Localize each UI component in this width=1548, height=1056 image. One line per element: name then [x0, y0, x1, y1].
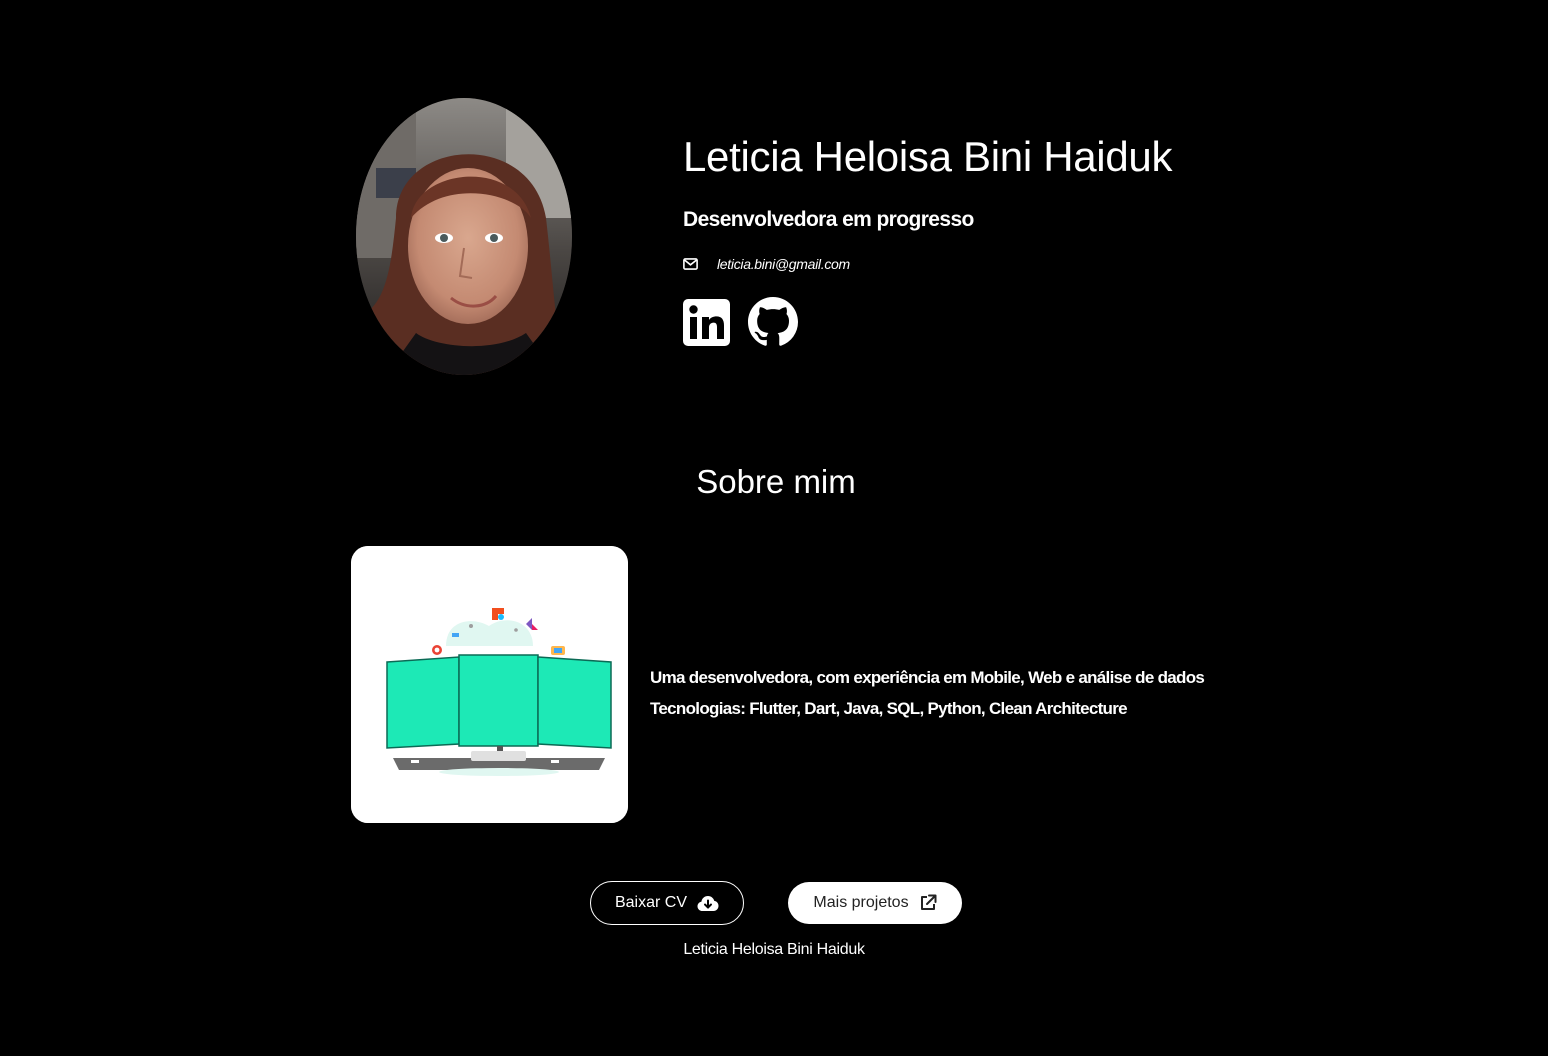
profile-photo: [356, 98, 572, 375]
profile-subtitle: Desenvolvedora em progresso: [683, 208, 974, 231]
email-row: leticia.bini@gmail.com: [683, 253, 850, 275]
about-illustration-card: [351, 546, 628, 823]
about-title: Sobre mim: [696, 463, 856, 500]
portfolio-page: Leticia Heloisa Bini Haiduk Desenvolvedo…: [0, 0, 1548, 1056]
profile-photo-image: [356, 98, 572, 375]
download-cv-button[interactable]: Baixar CV: [590, 881, 744, 925]
github-link[interactable]: [747, 297, 799, 347]
developer-setup-illustration: [351, 546, 628, 823]
email-link[interactable]: leticia.bini@gmail.com: [717, 256, 850, 272]
about-line-2: Tecnologias: Flutter, Dart, Java, SQL, P…: [650, 699, 1128, 718]
linkedin-link[interactable]: [683, 298, 730, 346]
linkedin-icon: [683, 298, 730, 346]
about-line-1: Uma desenvolvedora, com experiência em M…: [650, 668, 1205, 687]
github-icon: [748, 297, 798, 346]
external-link-icon: [920, 894, 937, 910]
more-projects-label: Mais projetos: [813, 894, 909, 911]
more-projects-button[interactable]: Mais projetos: [788, 882, 962, 924]
envelope-icon: [683, 258, 698, 270]
about-description: Uma desenvolvedora, com experiência em M…: [650, 662, 1205, 724]
social-links: [683, 297, 799, 347]
cloud-download-icon: [697, 895, 719, 911]
download-cv-label: Baixar CV: [614, 894, 688, 911]
footer-name: Leticia Heloisa Bini Haiduk: [683, 941, 865, 958]
profile-name: Leticia Heloisa Bini Haiduk: [683, 133, 1173, 180]
